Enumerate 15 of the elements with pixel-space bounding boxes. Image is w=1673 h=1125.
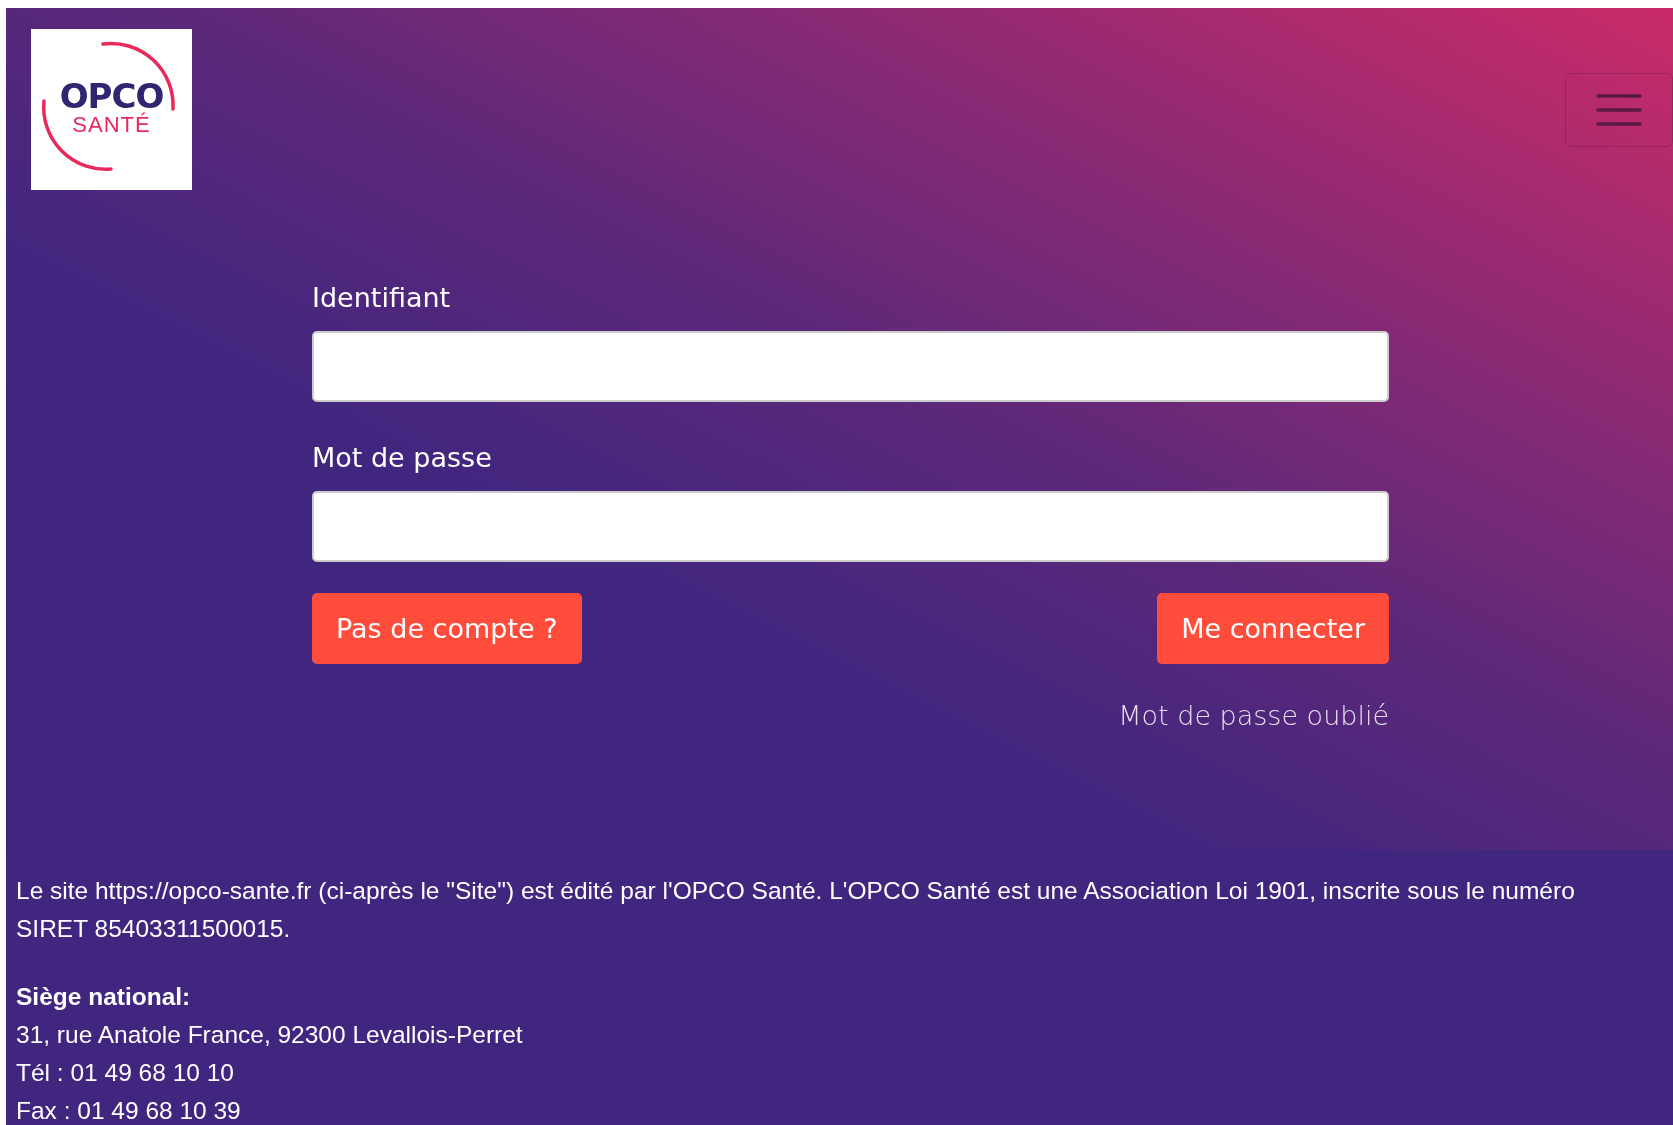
logo[interactable]: OPCO SANTÉ — [31, 29, 192, 190]
field-label: Identifiant — [312, 282, 452, 313]
contact-line: Fax : 01 49 68 10 39 — [16, 1096, 241, 1125]
input-field[interactable] — [312, 491, 1389, 562]
logo-text: OPCO — [59, 78, 164, 113]
contact-line: Tél : 01 49 68 10 10 — [16, 1058, 234, 1088]
field-label: Mot de passe — [312, 442, 493, 473]
menu-button[interactable] — [1565, 73, 1673, 147]
address-heading: Siège national: — [16, 982, 191, 1012]
forgot-password-link[interactable]: Mot de passe oublié — [1118, 700, 1389, 731]
input-field[interactable] — [312, 331, 1389, 402]
logo-subtext: SANTÉ — [72, 112, 151, 137]
contact-line: 31, rue Anatole France, 92300 Levallois-Perret — [16, 1020, 523, 1050]
legal-text: Le site https://opco-sante.fr (ci-après le "Site") est édité par l'OPCO Santé. L'OPCO Santé est une Association Loi 1901, inscrite sous le numéro SIRET 85403311500015. — [16, 876, 1576, 944]
menu-icon — [1596, 92, 1642, 128]
